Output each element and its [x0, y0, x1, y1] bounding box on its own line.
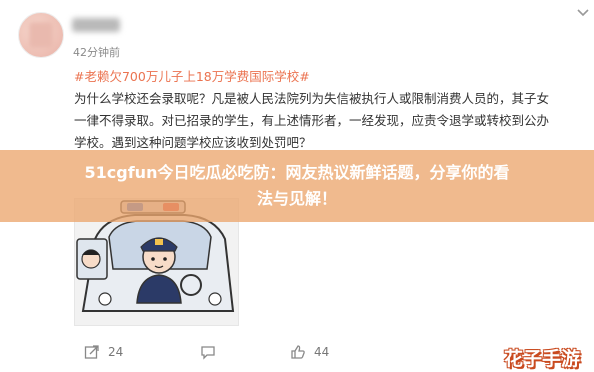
- share-action[interactable]: 24: [84, 344, 123, 360]
- like-count: 44: [314, 345, 330, 359]
- like-icon: [291, 345, 305, 359]
- post-body: 为什么学校还会录取呢？凡是被人民法院列为失信被执行人或限制消费人员的，其子女 一…: [74, 88, 594, 154]
- headline-text: 51cgfun今日吃瓜必吃防：网友热议新鲜话题，分享你的看 法与见解！: [10, 160, 584, 212]
- username-blurred[interactable]: [72, 18, 120, 32]
- share-count: 24: [108, 345, 124, 359]
- avatar[interactable]: [18, 12, 64, 58]
- share-icon: [84, 345, 99, 359]
- comment-action[interactable]: [200, 344, 216, 360]
- chevron-down-icon[interactable]: [576, 8, 590, 18]
- post-body-line: 为什么学校还会录取呢？凡是被人民法院列为失信被执行人或限制消费人员的，其子女: [74, 91, 550, 106]
- action-bar: 24 44: [84, 344, 564, 362]
- post-body-line: 一律不得录取。对已招录的学生，有上述情形者，一经发现，应责令退学或转校到公办: [74, 113, 550, 128]
- headline-banner: 51cgfun今日吃瓜必吃防：网友热议新鲜话题，分享你的看 法与见解！: [0, 150, 594, 222]
- comment-icon: [201, 346, 215, 360]
- headline-line: 法与见解！: [256, 189, 337, 208]
- site-watermark: 花子手游: [504, 348, 581, 370]
- hashtag-link[interactable]: #老赖欠700万儿子上18万学费国际学校#: [74, 66, 310, 85]
- post-time: 42分钟前: [73, 46, 120, 59]
- weibo-post: 42分钟前 #老赖欠700万儿子上18万学费国际学校# 为什么学校还会录取呢？凡…: [0, 0, 594, 372]
- like-action[interactable]: 44: [290, 344, 329, 360]
- headline-line: 51cgfun今日吃瓜必吃防：网友热议新鲜话题，分享你的看: [84, 163, 510, 182]
